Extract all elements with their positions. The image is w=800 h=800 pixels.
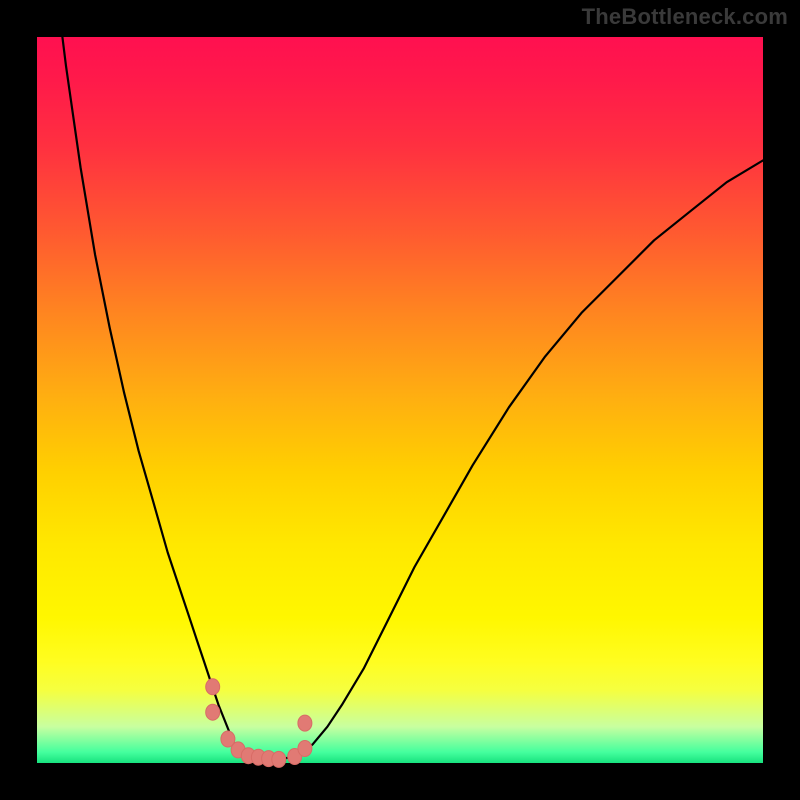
curve-markers xyxy=(206,679,312,768)
curve-marker xyxy=(206,679,220,695)
chart-stage: TheBottleneck.com xyxy=(0,0,800,800)
curve-marker xyxy=(298,741,312,757)
curve-marker xyxy=(298,715,312,731)
plot-area xyxy=(37,37,763,763)
curve-marker xyxy=(206,704,220,720)
watermark-text: TheBottleneck.com xyxy=(582,4,788,30)
curve-marker xyxy=(272,751,286,767)
bottleneck-curve-svg xyxy=(37,37,763,763)
bottleneck-curve xyxy=(62,37,763,759)
